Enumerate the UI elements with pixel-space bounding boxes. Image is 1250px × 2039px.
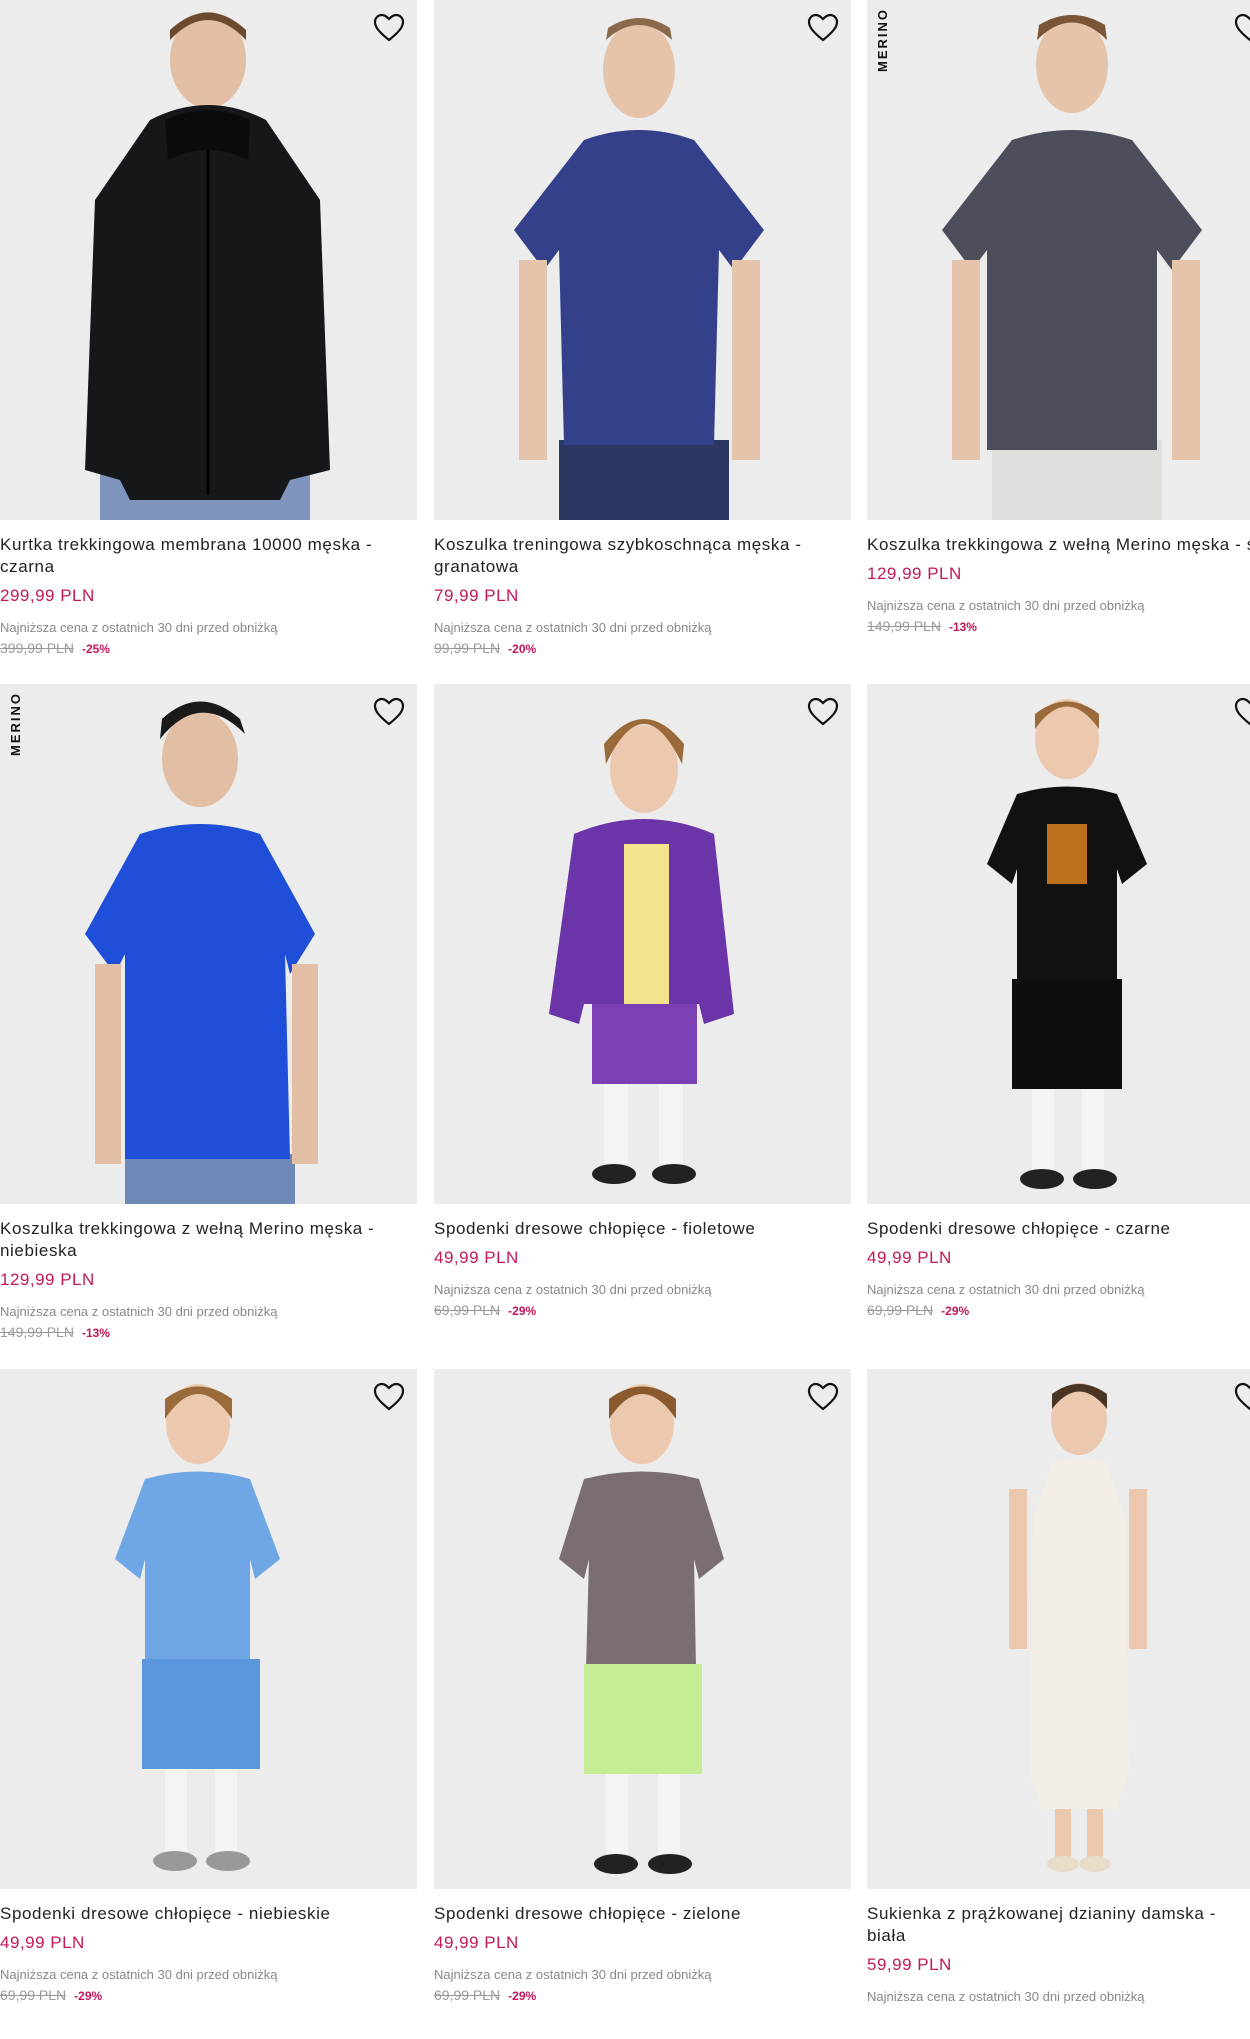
merino-badge: MERINO	[875, 8, 890, 72]
product-image[interactable]	[867, 1369, 1250, 1889]
wishlist-heart-icon[interactable]	[1232, 10, 1250, 46]
old-price-row: 399,99 PLN -25%	[0, 640, 417, 656]
current-price: 79,99 PLN	[434, 586, 519, 605]
product-image[interactable]	[867, 684, 1250, 1204]
product-card[interactable]: MERINO Koszulka trekkingowa z wełną Meri…	[867, 0, 1250, 670]
old-price: 69,99 PLN	[434, 1987, 501, 2003]
model-photo	[85, 12, 330, 520]
product-grid: Kurtka trekkingowa membrana 10000 męska …	[0, 0, 1250, 2014]
product-image[interactable]	[0, 0, 417, 520]
product-card[interactable]: Spodenki dresowe chłopięce - zielone 49,…	[434, 1369, 851, 2039]
product-card[interactable]: Spodenki dresowe chłopięce - czarne 49,9…	[867, 684, 1250, 1354]
discount-badge: -20%	[508, 642, 537, 656]
old-price-row: 69,99 PLN -29%	[434, 1987, 851, 2003]
lowest-price-note: Najniższa cena z ostatnich 30 dni przed …	[867, 1989, 1145, 2004]
product-name-link[interactable]: Spodenki dresowe chłopięce - czarne	[867, 1218, 1250, 1240]
product-name-link[interactable]: Sukienka z prążkowanej dzianiny damska -…	[867, 1903, 1250, 1947]
product-name-link[interactable]: Koszulka trekkingowa z wełną Merino męsk…	[0, 1218, 417, 1262]
product-card[interactable]: Koszulka treningowa szybkoschnąca męska …	[434, 0, 851, 670]
wishlist-heart-icon[interactable]	[1232, 694, 1250, 730]
model-photo	[514, 18, 764, 520]
product-name-link[interactable]: Koszulka trekkingowa z wełną Merino męsk…	[867, 534, 1250, 556]
old-price: 69,99 PLN	[0, 1987, 67, 2003]
discount-badge: -29%	[74, 1989, 103, 2003]
current-price: 49,99 PLN	[434, 1248, 519, 1267]
model-photo	[559, 1384, 724, 1874]
discount-badge: -29%	[508, 1989, 537, 2003]
product-name-link[interactable]: Spodenki dresowe chłopięce - niebieskie	[0, 1903, 417, 1925]
product-card[interactable]: Spodenki dresowe chłopięce - fioletowe 4…	[434, 684, 851, 1354]
current-price: 49,99 PLN	[0, 1933, 85, 1952]
lowest-price-note: Najniższa cena z ostatnich 30 dni przed …	[0, 1304, 278, 1319]
product-card[interactable]: Sukienka z prążkowanej dzianiny damska -…	[867, 1369, 1250, 2039]
wishlist-heart-icon[interactable]	[805, 694, 841, 730]
lowest-price-note: Najniższa cena z ostatnich 30 dni przed …	[867, 1282, 1145, 1297]
old-price: 399,99 PLN	[0, 640, 74, 656]
product-card[interactable]: Kurtka trekkingowa membrana 10000 męska …	[0, 0, 417, 670]
product-image[interactable]	[434, 684, 851, 1204]
wishlist-heart-icon[interactable]	[371, 10, 407, 46]
product-image[interactable]	[434, 1369, 851, 1889]
old-price-row: 69,99 PLN -29%	[434, 1302, 851, 1318]
model-photo	[1009, 1383, 1147, 1872]
old-price: 69,99 PLN	[867, 1302, 934, 1318]
model-photo	[115, 1384, 280, 1871]
current-price: 129,99 PLN	[0, 1270, 95, 1289]
current-price: 59,99 PLN	[867, 1955, 952, 1974]
old-price: 149,99 PLN	[867, 618, 941, 634]
discount-badge: -25%	[81, 642, 110, 656]
wishlist-heart-icon[interactable]	[1232, 1379, 1250, 1415]
old-price: 69,99 PLN	[434, 1302, 501, 1318]
old-price: 149,99 PLN	[0, 1324, 74, 1340]
discount-badge: -13%	[81, 1326, 110, 1340]
product-name-link[interactable]: Spodenki dresowe chłopięce - fioletowe	[434, 1218, 851, 1240]
model-photo	[942, 15, 1202, 520]
product-image[interactable]: MERINO	[0, 684, 417, 1204]
lowest-price-note: Najniższa cena z ostatnich 30 dni przed …	[867, 598, 1145, 613]
current-price: 49,99 PLN	[867, 1248, 952, 1267]
lowest-price-note: Najniższa cena z ostatnich 30 dni przed …	[434, 620, 712, 635]
product-image[interactable]: MERINO	[867, 0, 1250, 520]
merino-badge: MERINO	[8, 692, 23, 756]
product-name-link[interactable]: Koszulka treningowa szybkoschnąca męska …	[434, 534, 851, 578]
old-price-row: 99,99 PLN -20%	[434, 640, 851, 656]
model-photo	[85, 701, 318, 1204]
model-photo	[987, 699, 1147, 1189]
product-name-link[interactable]: Kurtka trekkingowa membrana 10000 męska …	[0, 534, 417, 578]
wishlist-heart-icon[interactable]	[371, 694, 407, 730]
current-price: 49,99 PLN	[434, 1933, 519, 1952]
old-price-row: 149,99 PLN -13%	[867, 618, 1250, 634]
old-price-row: 69,99 PLN -29%	[0, 1987, 417, 2003]
old-price-row: 149,99 PLN -13%	[0, 1324, 417, 1340]
model-photo	[549, 719, 734, 1184]
product-name-link[interactable]: Spodenki dresowe chłopięce - zielone	[434, 1903, 851, 1925]
lowest-price-note: Najniższa cena z ostatnich 30 dni przed …	[0, 1967, 278, 1982]
wishlist-heart-icon[interactable]	[805, 10, 841, 46]
discount-badge: -29%	[941, 1304, 970, 1318]
lowest-price-note: Najniższa cena z ostatnich 30 dni przed …	[434, 1967, 712, 1982]
product-image[interactable]	[0, 1369, 417, 1889]
old-price-row: 69,99 PLN -29%	[867, 1302, 1250, 1318]
lowest-price-note: Najniższa cena z ostatnich 30 dni przed …	[0, 620, 278, 635]
product-card[interactable]: Spodenki dresowe chłopięce - niebieskie …	[0, 1369, 417, 2039]
old-price: 99,99 PLN	[434, 640, 501, 656]
lowest-price-note: Najniższa cena z ostatnich 30 dni przed …	[434, 1282, 712, 1297]
wishlist-heart-icon[interactable]	[371, 1379, 407, 1415]
current-price: 299,99 PLN	[0, 586, 95, 605]
product-image[interactable]	[434, 0, 851, 520]
wishlist-heart-icon[interactable]	[805, 1379, 841, 1415]
discount-badge: -29%	[508, 1304, 537, 1318]
discount-badge: -13%	[948, 620, 977, 634]
current-price: 129,99 PLN	[867, 564, 962, 583]
product-card[interactable]: MERINO Koszulka trekkingowa z wełną Meri…	[0, 684, 417, 1354]
